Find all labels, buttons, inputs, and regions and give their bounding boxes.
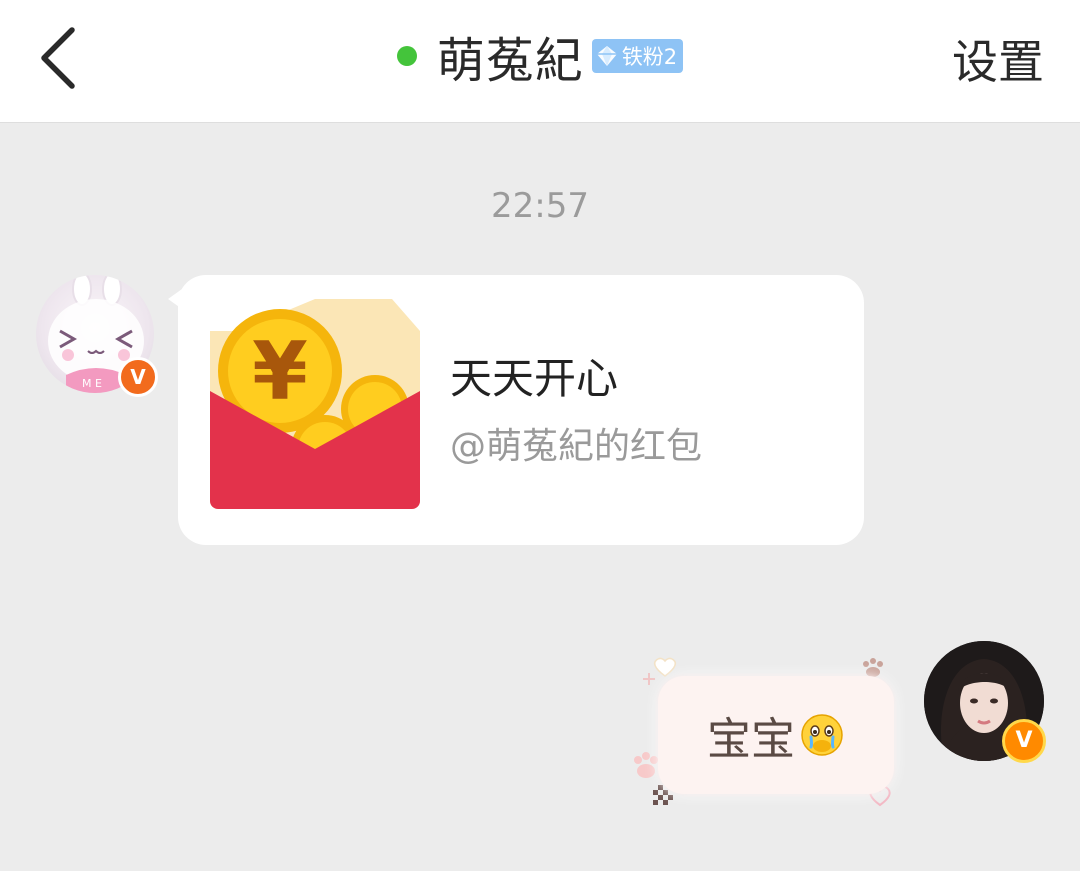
chevron-left-icon [41,27,75,89]
settings-button[interactable]: 设置 [952,26,1044,92]
message-bubble: 宝宝 [658,676,894,794]
fan-badge-label: 铁粉2 [621,45,678,69]
verified-v-badge: V [1002,719,1046,763]
back-button[interactable] [28,22,92,94]
diamond-icon [596,46,617,66]
my-avatar[interactable]: V [924,641,1046,763]
svg-text:¥: ¥ [252,325,308,418]
text-message[interactable]: 宝宝 [628,656,898,812]
verified-v-badge: V [118,357,158,397]
sender-avatar[interactable]: M E V [36,275,158,397]
message-timestamp: 22:57 [491,186,589,226]
crying-face-emoji-icon [801,714,843,756]
chat-header: 萌菟紀 铁粉2 设置 [0,0,1080,123]
svg-text:M E: M E [82,377,102,390]
message-text: 宝宝 [707,714,795,765]
chat-title-group[interactable]: 萌菟紀 铁粉2 [396,21,684,91]
red-packet-message[interactable]: ¥ 天天开心 @萌菟紀的红包 [168,275,864,545]
sparkle-icon [643,673,655,685]
bubble-tail [168,289,182,309]
red-packet-title: 天天开心 [450,354,619,403]
online-status-dot [396,46,417,66]
red-packet-icon: ¥ [210,299,420,509]
fan-level-badge: 铁粉2 [591,39,684,73]
page-title: 萌菟紀 [436,33,584,89]
red-packet-subtitle: @萌菟紀的红包 [450,426,703,467]
